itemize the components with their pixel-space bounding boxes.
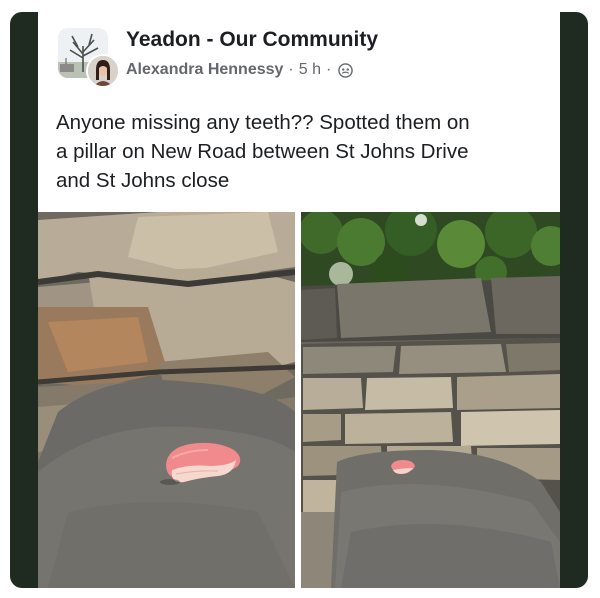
dentures-on-wall-photo[interactable] [301, 212, 560, 588]
group-name[interactable]: Yeadon - Our Community [126, 28, 378, 52]
facebook-post-card: Yeadon - Our Community Alexandra Henness… [38, 12, 560, 588]
author-name[interactable]: Alexandra Hennessy [126, 61, 283, 79]
person-photo [88, 56, 118, 86]
post-text-line: a pillar on New Road between St Johns Dr… [56, 140, 469, 163]
members-icon [338, 62, 354, 78]
post-time[interactable]: 5 h [299, 61, 321, 79]
meta-separator: · [288, 61, 294, 78]
post-meta: Alexandra Hennessy · 5 h · [126, 61, 354, 79]
post-text: Anyone missing any teeth?? Spotted them … [56, 108, 552, 195]
author-avatar[interactable] [86, 54, 120, 88]
post-text-line: and St Johns close [56, 169, 230, 192]
post-header: Yeadon - Our Community Alexandra Henness… [38, 12, 560, 212]
dentures-closeup-photo[interactable] [38, 212, 295, 588]
post-text-line: Anyone missing any teeth?? Spotted them … [56, 111, 470, 134]
meta-separator: · [325, 61, 332, 78]
avatars[interactable] [58, 28, 120, 88]
